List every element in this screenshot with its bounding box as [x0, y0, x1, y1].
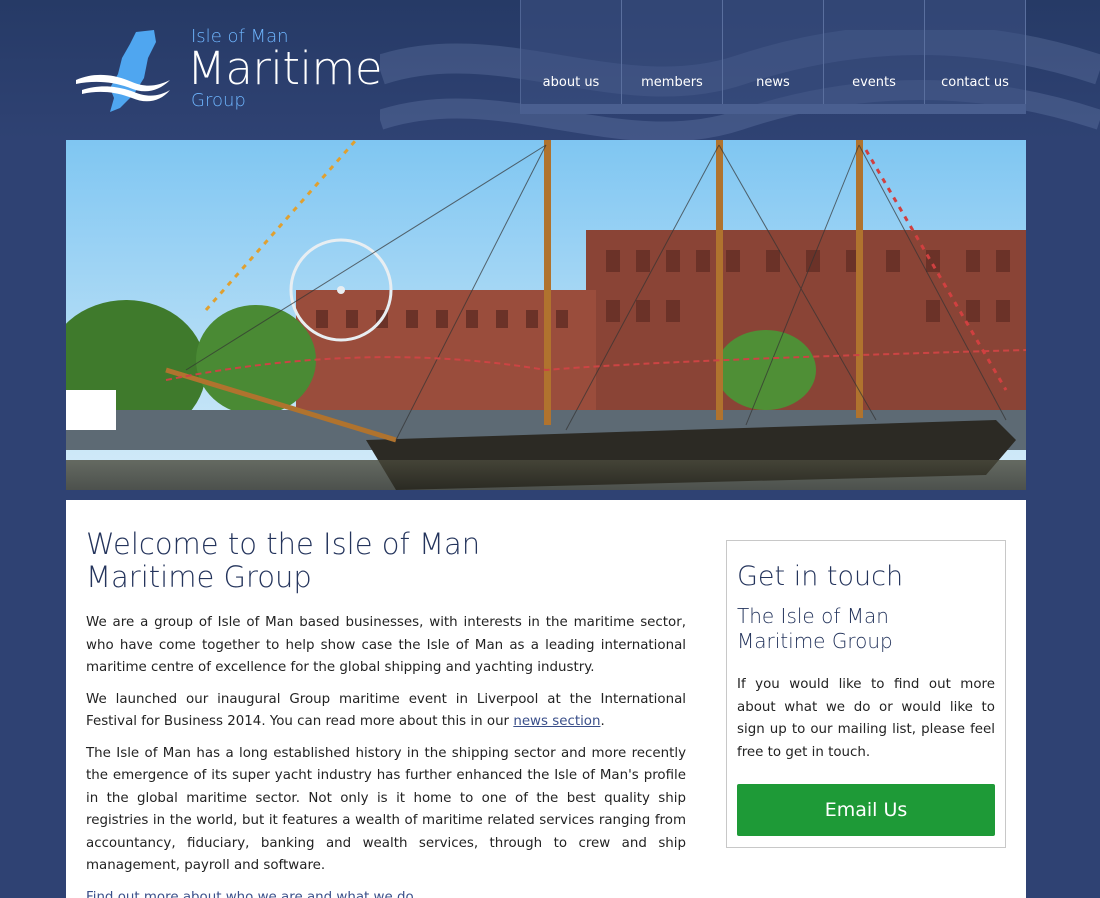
logo-text-group: Group [191, 90, 246, 111]
hero-image [66, 140, 1026, 490]
nav-contact-us[interactable]: contact us [925, 0, 1026, 104]
page-title-line-1: Welcome to the Isle of Man [86, 527, 481, 561]
get-in-touch-box: Get in touch The Isle of Man Maritime Gr… [726, 540, 1006, 848]
site-header: Isle of Man Maritime Group about us memb… [0, 0, 1100, 140]
nav-members[interactable]: members [622, 0, 723, 104]
page-title: Welcome to the Isle of Man Maritime Grou… [86, 528, 686, 594]
get-in-touch-text: If you would like to find out more about… [737, 677, 995, 760]
isle-of-man-logo-icon [76, 30, 170, 112]
nav-news[interactable]: news [723, 0, 824, 104]
main-nav: about us members news events contact us [520, 0, 1026, 114]
find-out-more-link[interactable]: Find out more about who we are and what … [86, 887, 686, 898]
nav-events[interactable]: events [824, 0, 925, 104]
intro-paragraph-2-end: . [600, 714, 605, 729]
get-in-touch-title: Get in touch [737, 561, 904, 592]
news-section-link[interactable]: news section [513, 714, 600, 729]
get-in-touch-subtitle-line-1: The Isle of Man [737, 604, 889, 628]
get-in-touch-subtitle: The Isle of Man Maritime Group [737, 604, 995, 654]
intro-column: Welcome to the Isle of Man Maritime Grou… [86, 528, 686, 898]
intro-paragraph-2: We launched our inaugural Group maritime… [86, 689, 686, 734]
intro-paragraph-1: We are a group of Isle of Man based busi… [86, 615, 686, 675]
page-title-line-2: Maritime Group [86, 560, 312, 594]
logo-text-maritime: Maritime [187, 42, 383, 95]
main-content: Welcome to the Isle of Man Maritime Grou… [66, 500, 1026, 898]
tall-ship-photo-icon [66, 140, 1026, 490]
get-in-touch-subtitle-line-2: Maritime Group [737, 629, 893, 653]
nav-about-us[interactable]: about us [521, 0, 622, 104]
site-logo[interactable]: Isle of Man Maritime Group [74, 26, 404, 116]
intro-paragraph-3: The Isle of Man has a long established h… [86, 745, 686, 874]
email-us-button[interactable]: Email Us [737, 784, 995, 836]
